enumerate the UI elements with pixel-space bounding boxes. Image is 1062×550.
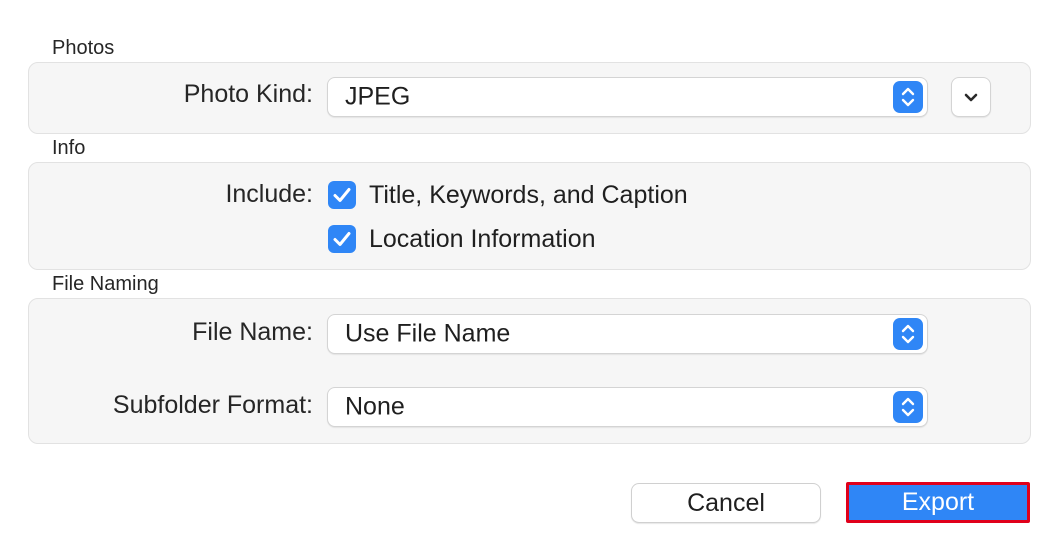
- checkbox-title-keywords-caption[interactable]: [328, 181, 356, 209]
- export-button[interactable]: Export: [846, 482, 1030, 523]
- photo-kind-label: Photo Kind:: [183, 80, 313, 108]
- export-dialog: Photos Photo Kind: JPEG Info Include: Ti…: [0, 0, 1062, 550]
- up-down-chevron-icon: [893, 318, 923, 350]
- photo-kind-popup[interactable]: JPEG: [327, 77, 928, 117]
- section-title-photos: Photos: [52, 37, 115, 59]
- cancel-button[interactable]: Cancel: [631, 483, 821, 523]
- file-naming-group: File Name: Use File Name Subfolder Forma…: [28, 298, 1031, 444]
- info-group: Include: Title, Keywords, and Caption Lo…: [28, 162, 1031, 270]
- subfolder-format-value: None: [345, 392, 405, 421]
- file-name-popup[interactable]: Use File Name: [327, 314, 928, 354]
- file-name-label: File Name:: [192, 318, 313, 346]
- checkmark-icon: [333, 188, 351, 202]
- chevron-down-icon: [952, 86, 990, 108]
- include-label: Include:: [225, 180, 313, 208]
- photos-group: Photo Kind: JPEG: [28, 62, 1031, 134]
- file-name-value: Use File Name: [345, 319, 511, 348]
- subfolder-format-label: Subfolder Format:: [112, 391, 313, 419]
- photo-kind-value: JPEG: [345, 82, 411, 111]
- up-down-chevron-icon: [893, 391, 923, 423]
- up-down-chevron-icon: [893, 81, 923, 113]
- section-title-info: Info: [52, 137, 86, 159]
- option-label: Location Information: [369, 225, 596, 253]
- checkmark-icon: [333, 232, 351, 246]
- disclosure-button[interactable]: [951, 77, 991, 117]
- option-label: Title, Keywords, and Caption: [369, 181, 688, 209]
- checkbox-location-information[interactable]: [328, 225, 356, 253]
- subfolder-format-popup[interactable]: None: [327, 387, 928, 427]
- section-title-file-naming: File Naming: [52, 273, 159, 295]
